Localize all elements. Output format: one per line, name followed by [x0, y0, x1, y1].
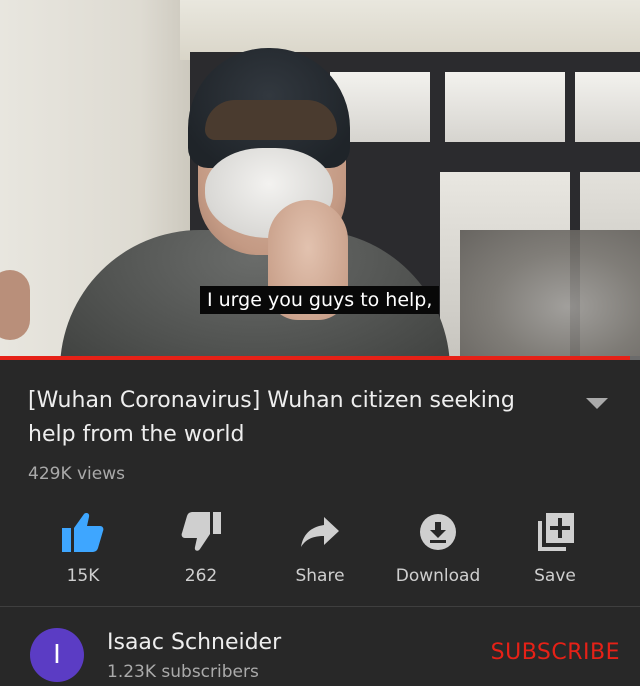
download-icon [420, 514, 456, 550]
download-label: Download [395, 566, 481, 586]
thumbs-down-icon [181, 512, 221, 551]
channel-avatar[interactable]: I [30, 628, 84, 682]
like-button[interactable]: 15K [28, 510, 138, 586]
video-frame-hand-left [0, 270, 30, 340]
thumbs-up-icon [62, 513, 104, 552]
add-to-playlist-icon [538, 513, 574, 551]
video-frame-hair [205, 100, 337, 140]
video-title: [Wuhan Coronavirus] Wuhan citizen seekin… [28, 388, 515, 447]
view-count: 429K views [28, 464, 126, 484]
subscriber-count: 1.23K subscribers [107, 662, 259, 682]
section-divider [0, 606, 640, 607]
video-caption: I urge you guys to help, [200, 286, 440, 314]
share-label: Share [295, 566, 345, 586]
save-label: Save [534, 566, 576, 586]
share-arrow-icon [301, 517, 339, 547]
download-button[interactable]: Download [383, 510, 493, 586]
chevron-down-icon [586, 398, 608, 409]
dislike-button[interactable]: 262 [146, 510, 256, 586]
action-bar: 15K 262 Share Download Save [24, 510, 616, 586]
video-progress-bar[interactable] [0, 356, 640, 360]
video-frame-background-items [460, 230, 640, 358]
expand-description-button[interactable] [582, 392, 612, 416]
video-player[interactable]: I urge you guys to help, [0, 0, 640, 358]
save-button[interactable]: Save [500, 510, 610, 586]
channel-name[interactable]: Isaac Schneider [107, 630, 281, 655]
subscribe-button[interactable]: SUBSCRIBE [470, 640, 620, 665]
dislike-count: 262 [184, 566, 218, 586]
video-progress-fill [0, 356, 631, 360]
like-count: 15K [66, 566, 100, 586]
share-button[interactable]: Share [265, 510, 375, 586]
